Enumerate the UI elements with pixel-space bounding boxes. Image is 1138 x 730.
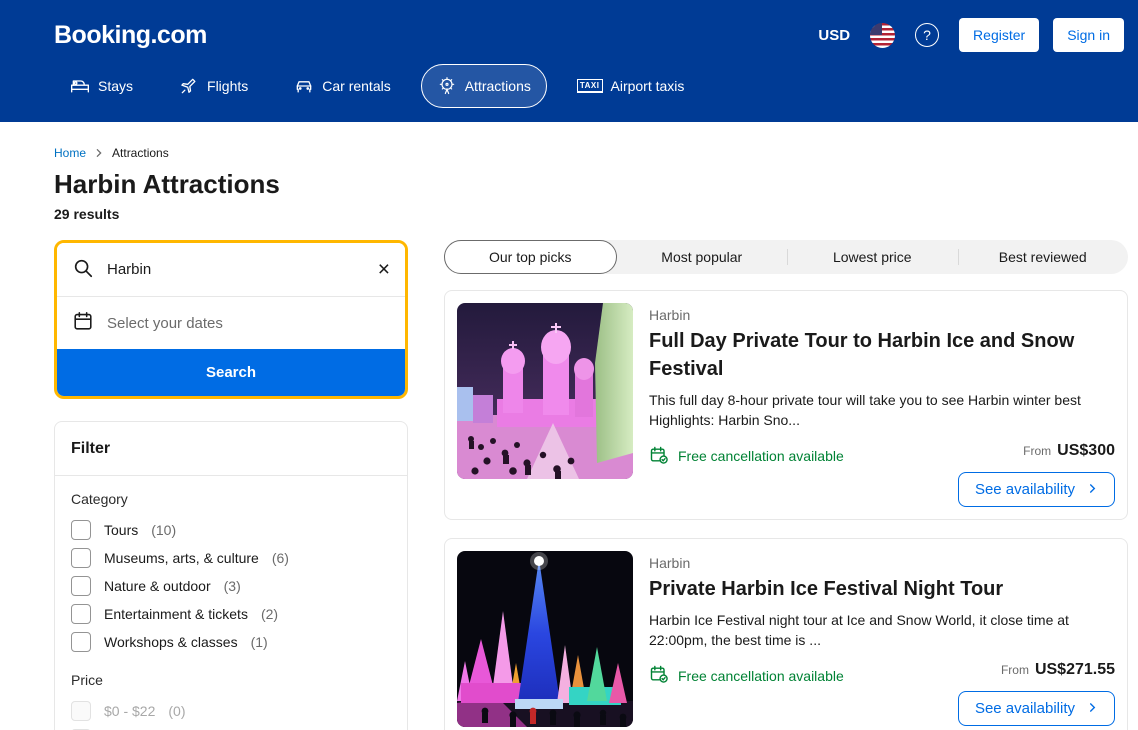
checkbox[interactable] (71, 632, 91, 652)
chevron-right-icon (94, 148, 104, 158)
free-cancellation-badge: Free cancellation available (649, 664, 844, 687)
nav-label: Flights (207, 78, 248, 94)
sort-tabs: Our top picks Most popular Lowest price … (444, 240, 1128, 274)
filter-section-price: Price (71, 672, 391, 688)
nav-label: Attractions (465, 78, 531, 94)
tab-most-popular[interactable]: Most popular (617, 240, 788, 274)
nav-label: Airport taxis (611, 78, 685, 94)
see-availability-button[interactable]: See availability (958, 472, 1115, 507)
tab-our-top-picks[interactable]: Our top picks (444, 240, 617, 274)
register-button[interactable]: Register (959, 18, 1039, 52)
attraction-description: Harbin Ice Festival night tour at Ice an… (649, 610, 1115, 651)
currency-selector[interactable]: USD (818, 27, 850, 44)
filter-section-category: Category (71, 491, 391, 507)
taxi-icon: TAXI (577, 79, 603, 93)
checkbox[interactable] (71, 604, 91, 624)
price: FromUS$271.55 (1001, 661, 1115, 679)
nav-label: Stays (98, 78, 133, 94)
attraction-location: Harbin (649, 555, 1115, 571)
free-cancellation-badge: Free cancellation available (649, 445, 844, 468)
chevron-right-icon (1087, 481, 1098, 498)
nav-label: Car rentals (322, 78, 390, 94)
calendar-check-icon (649, 445, 669, 468)
attraction-card: Harbin Full Day Private Tour to Harbin I… (444, 290, 1128, 520)
help-icon[interactable]: ? (915, 23, 939, 47)
ferris-wheel-icon (437, 76, 457, 96)
filter-option-tours[interactable]: Tours (10) (71, 516, 391, 544)
clear-search-icon[interactable]: × (378, 259, 390, 280)
filter-option-workshops[interactable]: Workshops & classes (1) (71, 628, 391, 656)
checkbox (71, 701, 91, 721)
attraction-description: This full day 8-hour private tour will t… (649, 390, 1115, 431)
breadcrumb-home-link[interactable]: Home (54, 146, 86, 160)
attraction-photo-ice-tower[interactable] (457, 551, 633, 727)
attraction-title[interactable]: Private Harbin Ice Festival Night Tour (649, 575, 1109, 603)
results-count: 29 results (54, 206, 1128, 222)
checkbox[interactable] (71, 548, 91, 568)
page-title: Harbin Attractions (54, 169, 1128, 200)
filter-title: Filter (55, 422, 407, 475)
plane-icon (179, 76, 199, 96)
date-placeholder: Select your dates (107, 315, 223, 332)
product-nav: Stays Flights Car rentals (54, 64, 1126, 108)
calendar-icon (72, 310, 94, 336)
nav-flights[interactable]: Flights (163, 64, 264, 108)
filter-option-entertainment[interactable]: Entertainment & tickets (2) (71, 600, 391, 628)
search-button[interactable]: Search (57, 349, 405, 396)
attraction-photo-ice-castles[interactable] (457, 303, 633, 479)
site-header: Booking.com USD ? Register Sign in Stays… (0, 0, 1138, 122)
chevron-right-icon (1087, 700, 1098, 717)
see-availability-button[interactable]: See availability (958, 691, 1115, 726)
attraction-title[interactable]: Full Day Private Tour to Harbin Ice and … (649, 327, 1109, 383)
destination-search-input[interactable] (107, 261, 365, 278)
signin-button[interactable]: Sign in (1053, 18, 1124, 52)
tab-lowest-price[interactable]: Lowest price (787, 240, 958, 274)
nav-stays[interactable]: Stays (54, 64, 149, 108)
filter-option-price-22-44: $22 - $44 (0) (71, 725, 391, 730)
bed-icon (70, 76, 90, 96)
booking-logo[interactable]: Booking.com (54, 21, 207, 50)
language-flag-icon[interactable] (870, 23, 895, 48)
tab-best-reviewed[interactable]: Best reviewed (958, 240, 1129, 274)
search-box: × Select your dates Search (54, 240, 408, 399)
search-icon (72, 257, 94, 283)
checkbox[interactable] (71, 520, 91, 540)
breadcrumb-current: Attractions (112, 146, 169, 160)
filter-panel: Filter Category Tours (10) Museums, arts… (54, 421, 408, 730)
filter-option-nature[interactable]: Nature & outdoor (3) (71, 572, 391, 600)
checkbox[interactable] (71, 576, 91, 596)
nav-airport-taxis[interactable]: TAXI Airport taxis (561, 64, 701, 108)
attraction-card: Harbin Private Harbin Ice Festival Night… (444, 538, 1128, 730)
date-picker-field[interactable]: Select your dates (57, 296, 405, 349)
price: FromUS$300 (1023, 442, 1115, 460)
calendar-check-icon (649, 664, 669, 687)
car-icon (294, 76, 314, 96)
filter-option-museums[interactable]: Museums, arts, & culture (6) (71, 544, 391, 572)
attraction-location: Harbin (649, 307, 1115, 323)
nav-attractions[interactable]: Attractions (421, 64, 547, 108)
nav-car-rentals[interactable]: Car rentals (278, 64, 406, 108)
breadcrumb: Home Attractions (54, 146, 1128, 160)
filter-option-price-0-22: $0 - $22 (0) (71, 697, 391, 725)
